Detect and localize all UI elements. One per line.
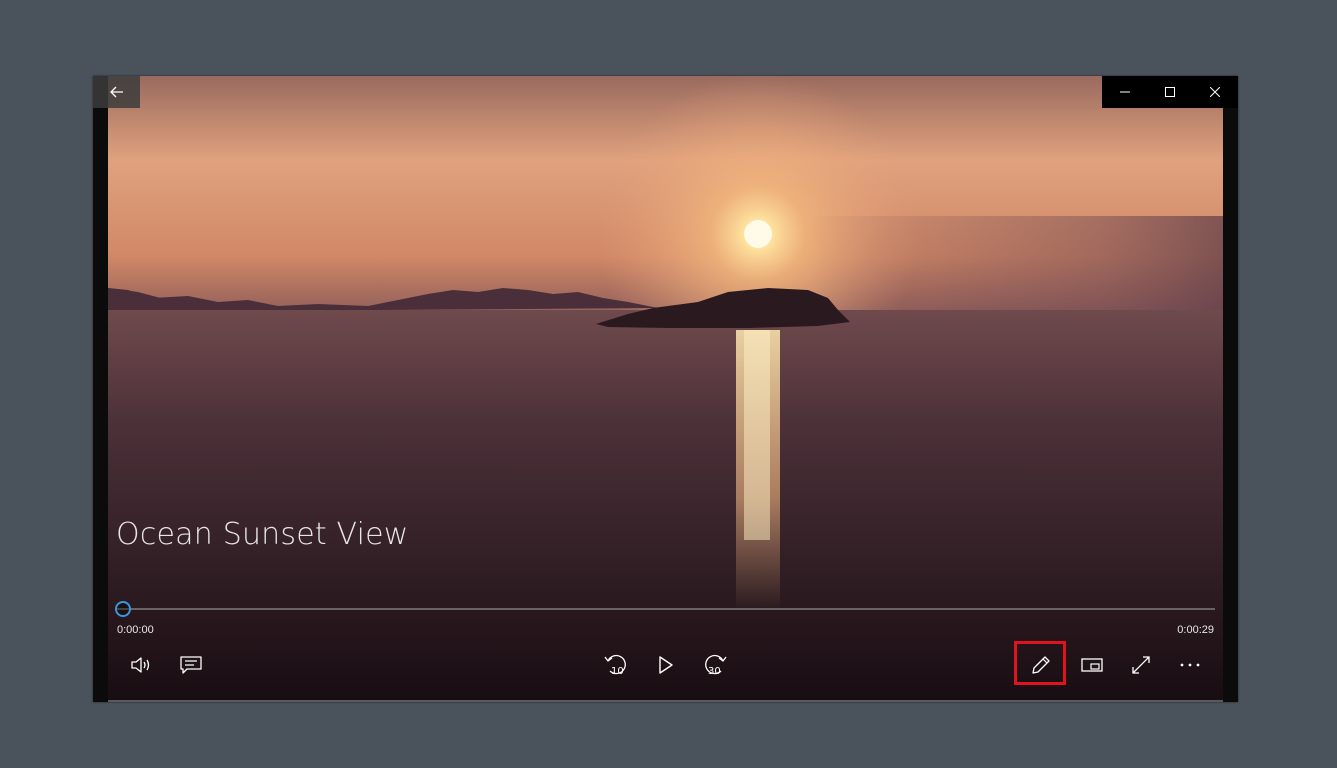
window-controls <box>1102 76 1238 108</box>
back-button[interactable] <box>93 76 140 108</box>
arrow-left-icon <box>109 86 123 98</box>
volume-icon <box>131 657 150 673</box>
more-icon <box>1180 663 1200 667</box>
seek-bar[interactable] <box>115 600 1215 620</box>
seek-track <box>117 608 1215 610</box>
fullscreen-button[interactable] <box>1121 645 1161 685</box>
video-player-window: Ocean Sunset View 0:00:00 0:00:29 10 30 <box>93 76 1238 702</box>
play-button[interactable] <box>646 645 686 685</box>
skip-back-label: 10 <box>611 666 624 677</box>
skip-back-10-icon: 10 <box>604 654 626 677</box>
close-icon <box>1209 87 1220 97</box>
minimize-icon <box>1119 91 1130 93</box>
window-bottom-edge <box>108 700 1223 702</box>
skip-forward-button[interactable]: 30 <box>695 645 735 685</box>
play-icon <box>659 656 673 674</box>
skip-forward-label: 30 <box>708 666 721 677</box>
duration: 0:00:29 <box>1177 624 1214 636</box>
captions-icon <box>180 656 202 674</box>
minimize-button[interactable] <box>1102 76 1147 108</box>
skip-forward-30-icon: 30 <box>705 654 727 677</box>
mini-view-icon <box>1081 658 1103 672</box>
edit-button-highlight <box>1014 641 1066 685</box>
volume-button[interactable] <box>122 645 162 685</box>
maximize-icon <box>1164 87 1175 97</box>
more-button[interactable] <box>1170 645 1210 685</box>
mini-view-button[interactable] <box>1072 645 1112 685</box>
skip-back-button[interactable]: 10 <box>596 645 636 685</box>
seek-thumb[interactable] <box>115 601 131 617</box>
fullscreen-icon <box>1132 656 1150 674</box>
current-time: 0:00:00 <box>117 624 154 636</box>
close-button[interactable] <box>1192 76 1237 108</box>
video-title: Ocean Sunset View <box>116 517 409 552</box>
captions-button[interactable] <box>171 645 211 685</box>
maximize-button[interactable] <box>1147 76 1192 108</box>
